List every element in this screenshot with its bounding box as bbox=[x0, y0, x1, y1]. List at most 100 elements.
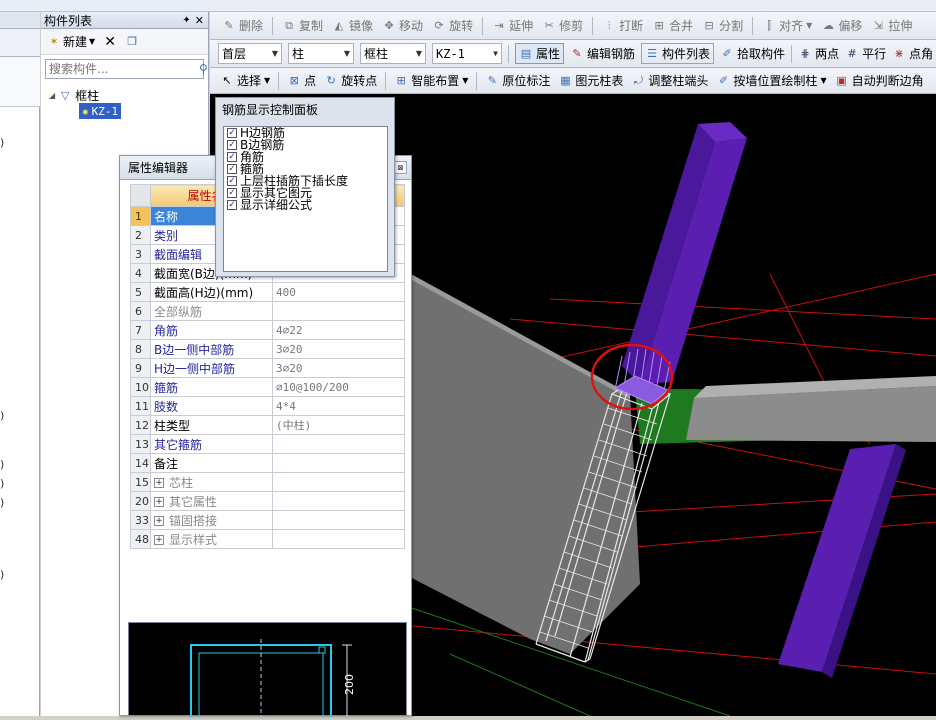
row-number: 48 bbox=[130, 529, 151, 549]
rotate-button[interactable]: ⟳ 旋转 bbox=[432, 17, 473, 34]
point-angle-button[interactable]: ⋇ 点角 bbox=[892, 45, 933, 62]
property-row[interactable]: 14 备注 bbox=[130, 453, 405, 473]
floor-select[interactable]: 首层 ▼ bbox=[218, 43, 282, 64]
copy-button[interactable]: ⧉ 复制 bbox=[282, 17, 323, 34]
property-value[interactable]: 4⌀22 bbox=[272, 320, 405, 340]
property-row[interactable]: 48 + 显示样式 bbox=[130, 529, 405, 549]
eyedropper-icon: ✐ bbox=[722, 47, 732, 60]
auto-edge-button[interactable]: ▣ 自动判断边角 bbox=[835, 72, 924, 89]
point-button[interactable]: ⊠ 点 bbox=[287, 72, 317, 89]
property-value[interactable] bbox=[272, 529, 405, 549]
new-button[interactable]: ✶ 新建 ▼ bbox=[47, 33, 95, 50]
tree-node-kz1[interactable]: ✹ KZ-1 bbox=[79, 103, 122, 119]
select-button[interactable]: ↖ 选择 ▼ bbox=[220, 72, 270, 89]
two-points-button[interactable]: ⋕ 两点 bbox=[798, 45, 839, 62]
property-value[interactable] bbox=[272, 301, 405, 321]
property-value[interactable] bbox=[272, 510, 405, 530]
copy-component-button[interactable]: ❐ bbox=[125, 35, 139, 49]
split-button[interactable]: ⊟ 分割 bbox=[702, 17, 744, 34]
property-row[interactable]: 6 全部纵筋 bbox=[130, 301, 405, 321]
checkbox[interactable]: ✓ bbox=[227, 140, 237, 150]
close-icon[interactable]: ✕ bbox=[195, 14, 204, 27]
move-button[interactable]: ✥ 移动 bbox=[382, 17, 423, 34]
component-list-button[interactable]: ☰ 构件列表 bbox=[641, 43, 715, 64]
checkbox[interactable]: ✓ bbox=[227, 152, 237, 162]
type-select[interactable]: 柱 ▼ bbox=[288, 43, 354, 64]
checkbox[interactable]: ✓ bbox=[227, 200, 237, 210]
component-value: KZ-1 bbox=[436, 46, 465, 61]
delete-component-button[interactable]: ✕ bbox=[103, 34, 117, 50]
property-row[interactable]: 10 箍筋 ⌀10@100/200 bbox=[130, 377, 405, 397]
subtype-select[interactable]: 框柱 ▼ bbox=[360, 43, 426, 64]
parallel-button[interactable]: # 平行 bbox=[845, 45, 886, 62]
expand-icon[interactable]: + bbox=[154, 516, 164, 526]
checkbox[interactable]: ✓ bbox=[227, 128, 237, 138]
property-row[interactable]: 20 + 其它属性 bbox=[130, 491, 405, 511]
break-button[interactable]: ⫶ 打断 bbox=[602, 17, 643, 34]
left-panel-header bbox=[0, 12, 40, 29]
expand-icon[interactable]: + bbox=[154, 497, 164, 507]
property-button[interactable]: ▤ 属性 bbox=[515, 43, 565, 64]
align-button[interactable]: ⫿ 对齐 ▼ bbox=[762, 17, 812, 34]
left-panel-toolbar bbox=[0, 29, 40, 57]
auto-edge-label: 自动判断边角 bbox=[851, 74, 924, 88]
table-icon: ▦ bbox=[560, 74, 571, 87]
property-value[interactable]: (中柱) bbox=[272, 415, 405, 435]
property-value[interactable] bbox=[272, 472, 405, 492]
property-value[interactable]: 4*4 bbox=[272, 396, 405, 416]
checkbox[interactable]: ✓ bbox=[227, 164, 237, 174]
property-value[interactable] bbox=[272, 434, 405, 454]
extend-button[interactable]: ⇥ 延伸 bbox=[492, 17, 533, 34]
property-row[interactable]: 33 + 锚固搭接 bbox=[130, 510, 405, 530]
property-row[interactable]: 9 H边一侧中部筋 3⌀20 bbox=[130, 358, 405, 378]
in-place-label-button[interactable]: ✎ 原位标注 bbox=[485, 72, 551, 89]
select-label: 选择 bbox=[237, 74, 262, 88]
expand-icon[interactable]: + bbox=[154, 478, 164, 488]
pin-icon[interactable]: ✦ bbox=[182, 15, 190, 26]
property-row[interactable]: 15 + 芯柱 bbox=[130, 472, 405, 492]
row-number: 14 bbox=[130, 453, 151, 473]
copy-label: 复制 bbox=[299, 19, 324, 33]
offset-button[interactable]: ☁ 偏移 bbox=[821, 17, 863, 34]
tree-node-root[interactable]: ◢ ▽ 框柱 bbox=[49, 87, 208, 103]
property-row[interactable]: 7 角筋 4⌀22 bbox=[130, 320, 405, 340]
property-row[interactable]: 12 柱类型 (中柱) bbox=[130, 415, 405, 435]
search-icon[interactable]: ⚲ bbox=[199, 62, 208, 76]
rotate-point-button[interactable]: ↻ 旋转点 bbox=[324, 72, 378, 89]
expand-icon[interactable]: + bbox=[154, 535, 164, 545]
search-input[interactable] bbox=[46, 60, 199, 78]
collapse-triangle-icon[interactable]: ◢ bbox=[49, 91, 55, 100]
adjust-column-end-button[interactable]: ⤾ 调整柱端头 bbox=[631, 72, 709, 89]
checkbox[interactable]: ✓ bbox=[227, 188, 237, 198]
property-value[interactable] bbox=[272, 453, 405, 473]
drawing-column-table-button[interactable]: ▦ 图元柱表 bbox=[558, 72, 623, 89]
property-value[interactable] bbox=[272, 491, 405, 511]
mirror-label: 镜像 bbox=[349, 19, 374, 33]
property-row[interactable]: 5 截面高(H边)(mm) 400 bbox=[130, 282, 405, 302]
stretch-button[interactable]: ⇲ 拉伸 bbox=[871, 17, 913, 34]
edit-rebar-button[interactable]: ✎ 编辑钢筋 bbox=[570, 45, 635, 62]
rebar-display-panel: 钢筋显示控制面板 ✓ H边钢筋 ✓ B边钢筋 ✓ 角筋 ✓ 箍筋 ✓ 上层柱插筋下插长度 ✓ 显示其它… bbox=[215, 97, 395, 277]
property-value[interactable]: 3⌀20 bbox=[272, 339, 405, 359]
property-row[interactable]: 13 其它箍筋 bbox=[130, 434, 405, 454]
left-panel-text: ) bbox=[0, 496, 5, 509]
pick-component-button[interactable]: ✐ 拾取构件 bbox=[720, 45, 785, 62]
delete-button[interactable]: ✎ 删除 bbox=[222, 17, 263, 34]
smart-layout-button[interactable]: ⊞ 智能布置 ▼ bbox=[394, 72, 469, 89]
auto-edge-icon: ▣ bbox=[836, 74, 847, 87]
draw-by-wall-button[interactable]: ✐ 按墙位置绘制柱 ▼ bbox=[716, 72, 827, 89]
property-value[interactable]: 3⌀20 bbox=[272, 358, 405, 378]
row-number: 3 bbox=[130, 244, 151, 264]
mirror-button[interactable]: ◭ 镜像 bbox=[332, 17, 373, 34]
property-value[interactable]: ⌀10@100/200 bbox=[272, 377, 405, 397]
property-row[interactable]: 11 肢数 4*4 bbox=[130, 396, 405, 416]
close-icon[interactable]: ⊠ bbox=[394, 161, 407, 174]
rebar-option[interactable]: ✓ 显示详细公式 bbox=[224, 199, 387, 211]
trim-button[interactable]: ✂ 修剪 bbox=[542, 17, 583, 34]
chevron-down-icon: ▼ bbox=[415, 49, 422, 58]
property-value[interactable]: 400 bbox=[272, 282, 405, 302]
checkbox[interactable]: ✓ bbox=[227, 176, 237, 186]
property-row[interactable]: 8 B边一侧中部筋 3⌀20 bbox=[130, 339, 405, 359]
merge-button[interactable]: ⊞ 合并 bbox=[652, 17, 694, 34]
component-select[interactable]: KZ-1 ▼ bbox=[432, 43, 502, 64]
